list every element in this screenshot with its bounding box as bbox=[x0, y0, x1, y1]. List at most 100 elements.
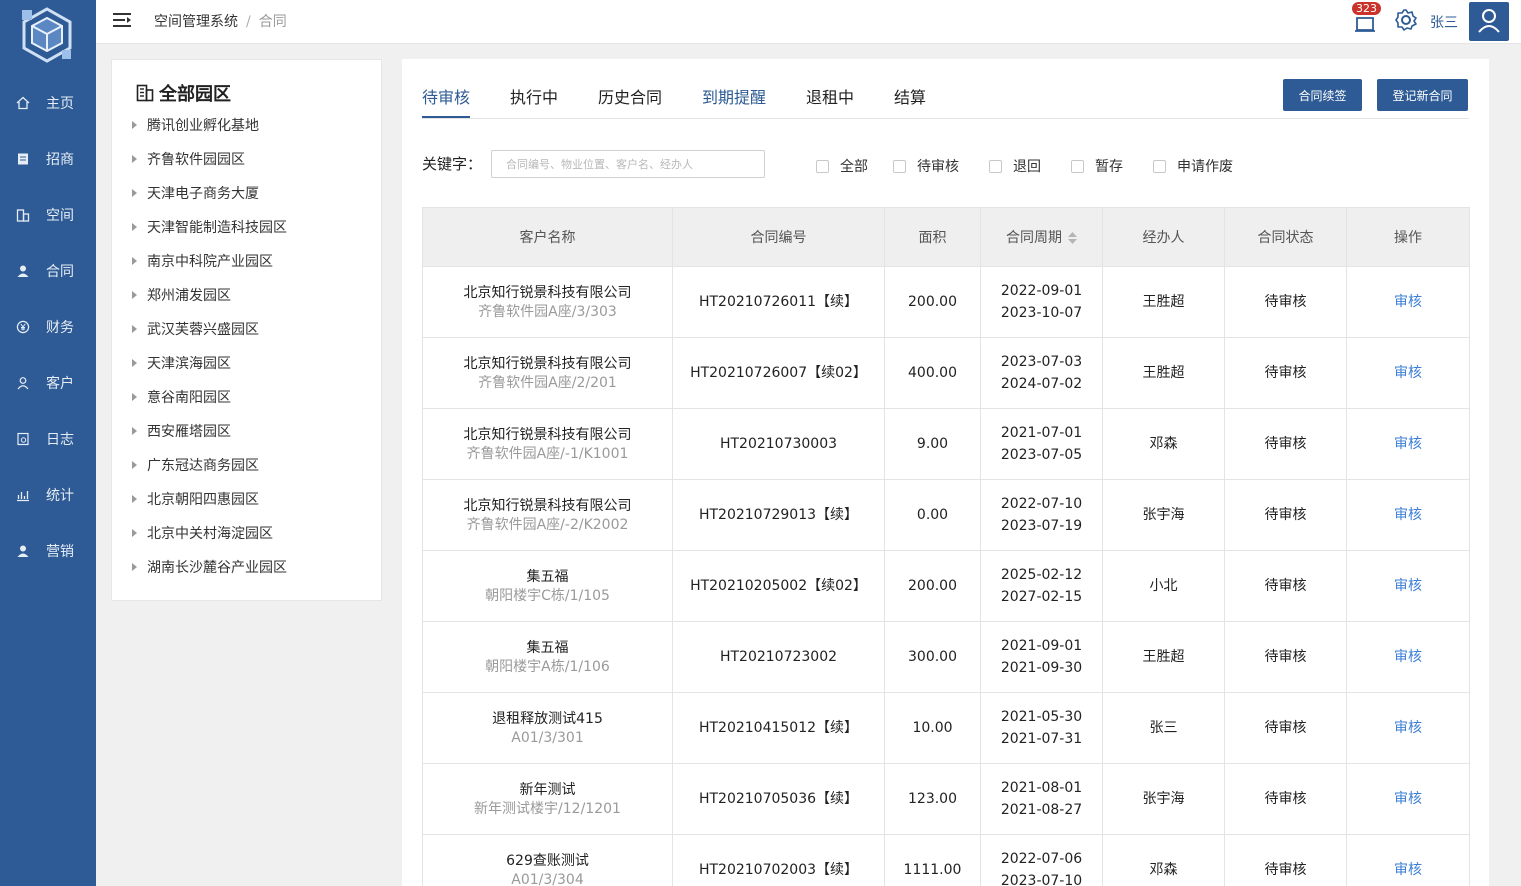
filter-checkbox-pending[interactable]: 待审核 bbox=[893, 156, 959, 176]
caret-right-icon bbox=[132, 223, 137, 231]
review-link[interactable]: 审核 bbox=[1394, 365, 1422, 381]
checkbox[interactable] bbox=[989, 159, 1002, 173]
filter-checkbox-void-request[interactable]: 申请作废 bbox=[1153, 156, 1233, 176]
park-item[interactable]: 腾讯创业孵化基地 bbox=[132, 116, 259, 136]
review-link[interactable]: 审核 bbox=[1394, 578, 1422, 594]
period-end: 2021-08-27 bbox=[1000, 802, 1083, 818]
park-item[interactable]: 天津电子商务大厦 bbox=[132, 184, 259, 204]
tab-in-progress[interactable]: 执行中 bbox=[510, 84, 558, 108]
renew-contract-button[interactable]: 合同续签 bbox=[1283, 79, 1362, 111]
keyword-search-input[interactable] bbox=[491, 150, 765, 178]
nav-item-investment[interactable]: 招商 bbox=[0, 139, 96, 179]
table-row: 集五福 朝阳楼宇A栋/1/106 HT20210723002 300.00 202… bbox=[422, 621, 1470, 693]
customer-location: 齐鲁软件园A座/2/201 bbox=[478, 375, 617, 391]
logo-icon bbox=[22, 7, 72, 63]
breadcrumb: 空间管理系统 / 合同 bbox=[154, 11, 287, 31]
period-start: 2021-08-01 bbox=[1000, 780, 1083, 796]
column-header-area: 面积 bbox=[884, 207, 981, 267]
park-item-label: 北京朝阳四惠园区 bbox=[147, 492, 259, 508]
caret-right-icon bbox=[132, 189, 137, 197]
nav-item-finance[interactable]: 财务 bbox=[0, 307, 96, 347]
tab-checking-out[interactable]: 退租中 bbox=[806, 84, 854, 108]
filter-checkbox-returned[interactable]: 退回 bbox=[989, 156, 1041, 176]
park-item-label: 湖南长沙麓谷产业园区 bbox=[147, 560, 287, 576]
menu-toggle-icon[interactable] bbox=[113, 12, 131, 28]
cell-customer: 集五福 朝阳楼宇C栋/1/105 bbox=[422, 550, 673, 622]
checkbox[interactable] bbox=[1153, 159, 1166, 173]
nav-item-customer[interactable]: 客户 bbox=[0, 363, 96, 403]
nav-label: 招商 bbox=[46, 152, 74, 168]
checkbox[interactable] bbox=[1071, 159, 1084, 173]
cell-action: 审核 bbox=[1346, 479, 1470, 551]
customer-location: 新年测试楼宇/12/1201 bbox=[474, 801, 621, 817]
period-start: 2022-07-06 bbox=[1000, 851, 1083, 867]
park-item[interactable]: 意谷南阳园区 bbox=[132, 388, 231, 408]
park-item[interactable]: 广东冠达商务园区 bbox=[132, 456, 259, 476]
username[interactable]: 张三 bbox=[1430, 12, 1458, 32]
cell-status: 待审核 bbox=[1224, 479, 1347, 551]
review-link[interactable]: 审核 bbox=[1394, 720, 1422, 736]
nav-item-stats[interactable]: 统计 bbox=[0, 475, 96, 515]
nav-item-contract[interactable]: 合同 bbox=[0, 251, 96, 291]
cell-contract-no: HT20210726011【续】 bbox=[672, 266, 885, 338]
breadcrumb-root[interactable]: 空间管理系统 bbox=[154, 14, 238, 30]
customer-name: 集五福 bbox=[526, 640, 569, 656]
cell-agent: 张宇海 bbox=[1102, 479, 1225, 551]
review-link[interactable]: 审核 bbox=[1394, 294, 1422, 310]
park-item[interactable]: 武汉芙蓉兴盛园区 bbox=[132, 320, 259, 340]
checkbox-label: 待审核 bbox=[917, 159, 959, 175]
caret-right-icon bbox=[132, 291, 137, 299]
cell-action: 审核 bbox=[1346, 763, 1470, 835]
cell-area: 0.00 bbox=[884, 479, 981, 551]
tab-pending-review[interactable]: 待审核 bbox=[422, 84, 470, 108]
park-tree-panel: 全部园区 腾讯创业孵化基地 齐鲁软件园园区 天津电子商务大厦 天津智能制造科技园… bbox=[111, 59, 382, 601]
cell-period: 2021-08-01 2021-08-27 bbox=[980, 763, 1103, 835]
column-header-period[interactable]: 合同周期 bbox=[980, 207, 1103, 267]
review-link[interactable]: 审核 bbox=[1394, 436, 1422, 452]
review-link[interactable]: 审核 bbox=[1394, 507, 1422, 523]
park-tree-title[interactable]: 全部园区 bbox=[136, 80, 231, 106]
cell-period: 2021-09-01 2021-09-30 bbox=[980, 621, 1103, 693]
park-item[interactable]: 南京中科院产业园区 bbox=[132, 252, 273, 272]
review-link[interactable]: 审核 bbox=[1394, 791, 1422, 807]
column-header-period-label: 合同周期 bbox=[1006, 230, 1062, 246]
review-link[interactable]: 审核 bbox=[1394, 862, 1422, 878]
park-item[interactable]: 天津智能制造科技园区 bbox=[132, 218, 287, 238]
park-item[interactable]: 天津滨海园区 bbox=[132, 354, 231, 374]
park-item[interactable]: 西安雁塔园区 bbox=[132, 422, 231, 442]
gear-icon[interactable] bbox=[1394, 8, 1418, 32]
customer-name: 629查账测试 bbox=[506, 853, 589, 869]
park-item[interactable]: 北京中关村海淀园区 bbox=[132, 524, 273, 544]
park-item[interactable]: 齐鲁软件园园区 bbox=[132, 150, 245, 170]
sort-icon[interactable] bbox=[1068, 232, 1077, 244]
nav-item-marketing[interactable]: 营销 bbox=[0, 531, 96, 571]
park-item[interactable]: 湖南长沙麓谷产业园区 bbox=[132, 558, 287, 578]
park-item-label: 南京中科院产业园区 bbox=[147, 254, 273, 270]
avatar[interactable] bbox=[1469, 2, 1509, 41]
park-item-label: 天津智能制造科技园区 bbox=[147, 220, 287, 236]
checkbox[interactable] bbox=[893, 159, 906, 173]
nav-item-space[interactable]: 空间 bbox=[0, 195, 96, 235]
register-contract-button[interactable]: 登记新合同 bbox=[1377, 79, 1468, 111]
nav-label: 合同 bbox=[46, 264, 74, 280]
table-row: 北京知行锐景科技有限公司 齐鲁软件园A座/2/201 HT20210726007【… bbox=[422, 337, 1470, 409]
park-item-label: 郑州浦发园区 bbox=[147, 288, 231, 304]
filter-checkbox-all[interactable]: 全部 bbox=[816, 156, 868, 176]
checkbox[interactable] bbox=[816, 159, 829, 173]
period-start: 2021-07-01 bbox=[1000, 425, 1083, 441]
tab-expiry-reminder[interactable]: 到期提醒 bbox=[702, 84, 766, 108]
person-icon bbox=[17, 377, 29, 390]
nav-label: 统计 bbox=[46, 488, 74, 504]
tab-settlement[interactable]: 结算 bbox=[894, 84, 926, 108]
cell-contract-no: HT20210415012【续】 bbox=[672, 692, 885, 764]
caret-right-icon bbox=[132, 529, 137, 537]
tab-history[interactable]: 历史合同 bbox=[598, 84, 662, 108]
nav-item-home[interactable]: 主页 bbox=[0, 83, 96, 123]
cell-action: 审核 bbox=[1346, 266, 1470, 338]
customer-name: 新年测试 bbox=[519, 782, 576, 798]
filter-checkbox-draft[interactable]: 暂存 bbox=[1071, 156, 1123, 176]
review-link[interactable]: 审核 bbox=[1394, 649, 1422, 665]
nav-item-log[interactable]: 日志 bbox=[0, 419, 96, 459]
park-item[interactable]: 郑州浦发园区 bbox=[132, 286, 231, 306]
park-item[interactable]: 北京朝阳四惠园区 bbox=[132, 490, 259, 510]
